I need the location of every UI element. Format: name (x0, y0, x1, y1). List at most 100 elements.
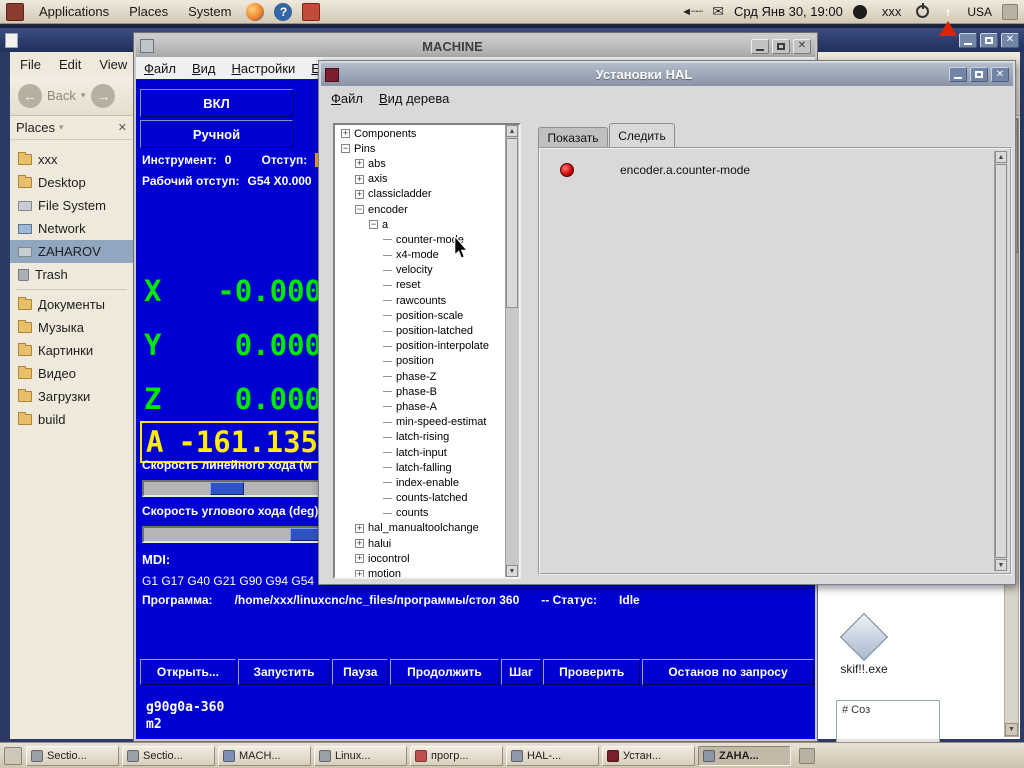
tree-item[interactable]: latch-falling (335, 460, 505, 475)
window-menu-icon[interactable] (325, 67, 339, 82)
close-button[interactable]: ✕ (1001, 32, 1019, 48)
expand-icon[interactable]: + (355, 174, 364, 184)
scroll-down-icon[interactable]: ▼ (995, 559, 1007, 571)
expand-icon[interactable]: + (355, 539, 364, 549)
tree-item[interactable]: position-latched (335, 323, 505, 338)
file-icon-script-preview[interactable]: # Соз (836, 700, 940, 746)
scroll-thumb[interactable] (995, 164, 1007, 558)
tree-item[interactable]: + axis (335, 172, 505, 187)
menu-item[interactable]: Вид дерева (379, 91, 449, 106)
slider-handle[interactable] (210, 482, 245, 495)
tree-item[interactable]: counter-mode (335, 232, 505, 247)
menu-item[interactable]: Настройки (232, 61, 296, 76)
tab-show[interactable]: Показать (538, 127, 608, 147)
tree-item[interactable]: phase-A (335, 399, 505, 414)
collapse-icon[interactable]: − (341, 144, 350, 154)
warning-icon[interactable]: ! (939, 3, 958, 36)
tree-item[interactable]: + classicladder (335, 187, 505, 202)
tree-item[interactable]: + motion (335, 566, 505, 577)
keyboard-layout-indicator[interactable]: USA (967, 5, 992, 19)
watch-scrollbar[interactable]: ▲ ▼ (994, 151, 1008, 571)
forward-button[interactable]: → (91, 83, 116, 108)
tree-item[interactable]: min-speed-estimat (335, 415, 505, 430)
applications-menu-icon[interactable] (6, 2, 24, 21)
mail-icon[interactable]: ✉ (712, 3, 724, 20)
menu-applications[interactable]: Applications (34, 2, 114, 21)
places-header[interactable]: Places ▾ ✕ (10, 116, 133, 140)
user-switcher-label[interactable]: xxx (877, 2, 907, 21)
expand-icon[interactable]: + (355, 189, 364, 199)
tree-item[interactable]: rawcounts (335, 293, 505, 308)
sidebar-item-zaharov[interactable]: ZAHAROV (10, 240, 133, 263)
window-menu-icon[interactable] (140, 39, 154, 53)
sidebar-item-build[interactable]: build (10, 408, 133, 431)
tree-item[interactable]: x4-mode (335, 248, 505, 263)
minimize-button[interactable] (751, 38, 769, 54)
sidebar-item-документы[interactable]: Документы (10, 293, 133, 316)
tree-item[interactable]: index-enable (335, 475, 505, 490)
sidebar-item-network[interactable]: Network (10, 217, 133, 240)
tree-item[interactable]: phase-Z (335, 369, 505, 384)
scroll-down-icon[interactable]: ▼ (506, 565, 518, 577)
menu-system[interactable]: System (183, 2, 236, 21)
machine-mode-button[interactable]: Ручной (140, 120, 293, 148)
expand-icon[interactable]: + (341, 129, 350, 139)
collapse-icon[interactable]: − (355, 205, 364, 215)
action-button[interactable]: Останов по запросу (641, 659, 815, 685)
show-desktop-icon[interactable] (4, 746, 22, 765)
expand-icon[interactable]: + (355, 554, 364, 564)
machine-titlebar[interactable]: MACHINE ✕ (136, 35, 815, 57)
tray-icon[interactable] (1002, 3, 1018, 20)
notes-applet-icon[interactable] (799, 747, 815, 764)
action-button[interactable]: Открыть... (140, 659, 236, 685)
sidebar-item-desktop[interactable]: Desktop (10, 171, 133, 194)
tree-item[interactable]: latch-rising (335, 430, 505, 445)
task-button[interactable]: MACH... (218, 745, 311, 766)
tree-item[interactable]: counts-latched (335, 491, 505, 506)
sidebar-item-trash[interactable]: Trash (10, 263, 133, 286)
back-caret-icon[interactable]: ▾ (81, 90, 86, 101)
minimize-button[interactable] (959, 32, 977, 48)
firefox-icon[interactable] (246, 2, 265, 21)
tree-item[interactable]: + halui (335, 536, 505, 551)
task-button[interactable]: Sectio... (122, 745, 215, 766)
task-button[interactable]: Sectio... (26, 745, 119, 766)
expand-icon[interactable]: + (355, 159, 364, 169)
close-button[interactable]: ✕ (991, 67, 1009, 82)
menu-item[interactable]: Edit (59, 57, 81, 72)
menu-item[interactable]: Вид (192, 61, 216, 76)
machine-power-button[interactable]: ВКЛ (140, 89, 293, 117)
sidebar-item-видео[interactable]: Видео (10, 362, 133, 385)
tree-item[interactable]: latch-input (335, 445, 505, 460)
expand-icon[interactable]: + (355, 523, 364, 533)
sidebar-item-картинки[interactable]: Картинки (10, 339, 133, 362)
back-button[interactable]: ← Back ▾ (18, 83, 86, 108)
tree-item[interactable]: velocity (335, 263, 505, 278)
sidebar-item-загрузки[interactable]: Загрузки (10, 385, 133, 408)
sidebar-item-музыка[interactable]: Музыка (10, 316, 133, 339)
scroll-down-icon[interactable]: ▼ (1005, 723, 1018, 736)
clock-applet[interactable]: Срд Янв 30, 19:00 (734, 4, 843, 19)
menu-item[interactable]: View (99, 57, 127, 72)
program-listing[interactable]: g90g0a-360 m2 (146, 699, 224, 733)
menu-item[interactable]: Файл (144, 61, 176, 76)
maximize-button[interactable] (980, 32, 998, 48)
task-button[interactable]: Linux... (314, 745, 407, 766)
scroll-up-icon[interactable]: ▲ (995, 151, 1007, 163)
power-icon[interactable] (916, 3, 930, 18)
volume-slider-icon[interactable]: ◄┄┄ (681, 5, 703, 18)
menu-item[interactable]: Файл (331, 91, 363, 106)
sidebar-close-icon[interactable]: ✕ (118, 121, 127, 134)
sidebar-item-xxx[interactable]: xxx (10, 148, 133, 171)
action-button[interactable]: Продолжить (390, 659, 499, 685)
file-icon-skif[interactable]: skif!!.exe (826, 612, 902, 676)
collapse-icon[interactable]: − (369, 220, 378, 230)
tree-item[interactable]: + abs (335, 156, 505, 171)
tree-item[interactable]: + Components (335, 126, 505, 141)
minimize-button[interactable] (949, 67, 967, 82)
task-button[interactable]: ZAHA... (698, 745, 791, 766)
tree-item[interactable]: position (335, 354, 505, 369)
screenshot-icon[interactable] (302, 2, 321, 21)
tree-item[interactable]: − Pins (335, 141, 505, 156)
tree-item[interactable]: + iocontrol (335, 551, 505, 566)
